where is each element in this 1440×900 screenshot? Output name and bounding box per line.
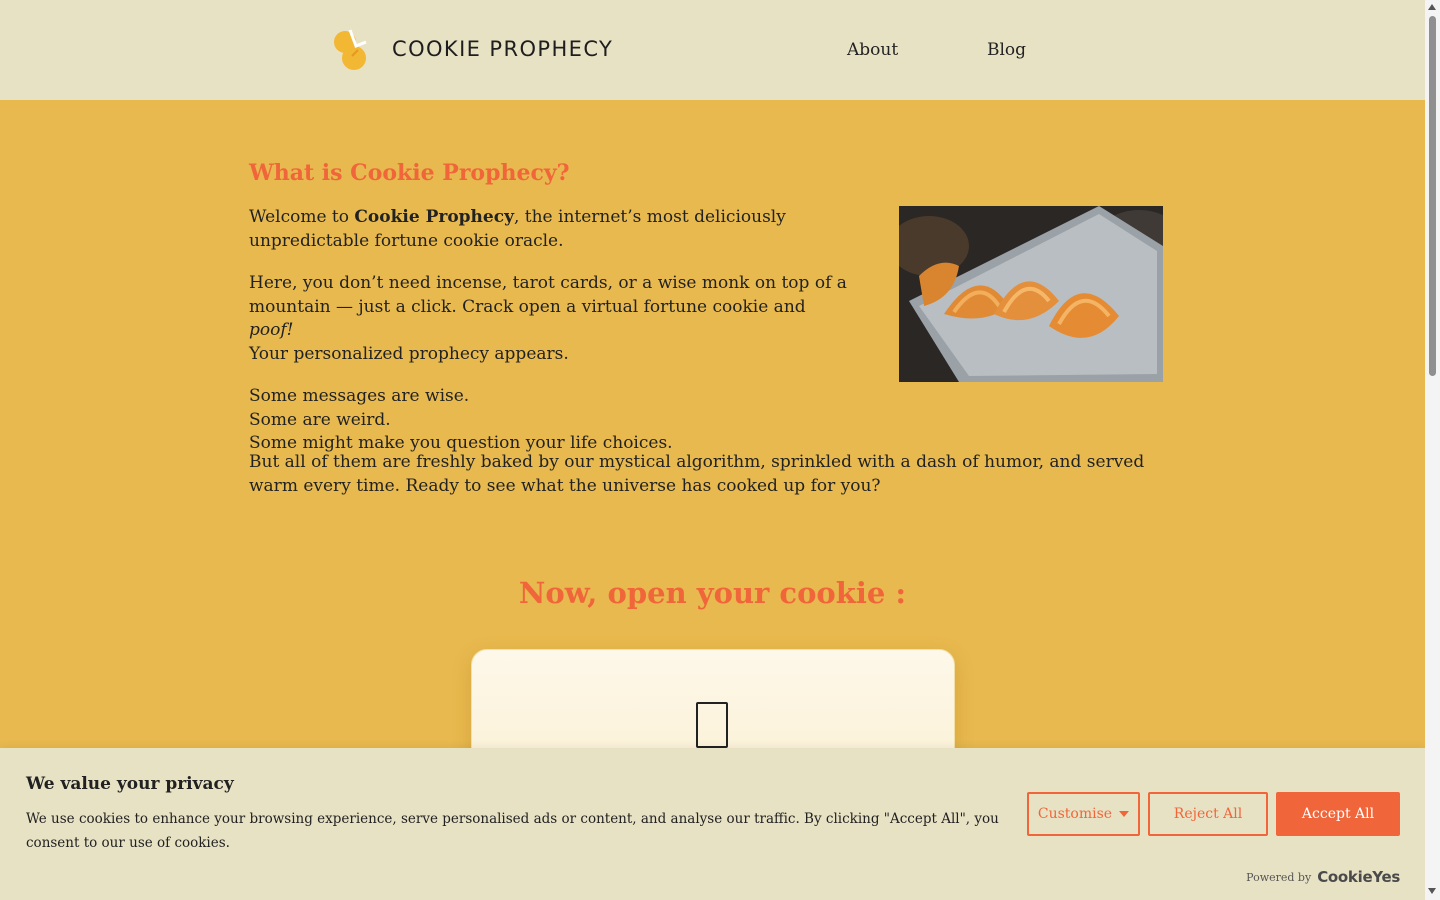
cookie-banner-description: We use cookies to enhance your browsing … <box>26 811 999 851</box>
intro-p2-italic: poof! <box>249 320 294 340</box>
site-brand[interactable]: COOKIE PROPHECY <box>392 37 613 61</box>
section-title: What is Cookie Prophecy? <box>249 160 570 186</box>
intro-p1-suffix: , the internet’s most deliciously <box>513 207 786 227</box>
fortune-cookie-icon[interactable] <box>696 702 728 748</box>
intro-paragraph-2: Here, you don’t need incense, tarot card… <box>249 272 849 366</box>
cookie-consent-banner: We value your privacy We use cookies to … <box>0 748 1425 900</box>
nav-about-link[interactable]: About <box>847 40 898 60</box>
vertical-scrollbar[interactable] <box>1425 0 1440 900</box>
open-cookie-title: Now, open your cookie : <box>518 576 907 610</box>
fortune-cookies-photo <box>899 206 1163 382</box>
fortune-cookie-logo-icon[interactable] <box>332 28 372 72</box>
intro-p1-line2: unpredictable fortune cookie oracle. <box>249 230 564 251</box>
powered-by-text: Powered by <box>1246 870 1312 884</box>
closing-paragraph: But all of them are freshly baked by our… <box>249 452 1145 496</box>
intro-p3-line1: Some messages are wise. <box>249 386 470 406</box>
caret-down-icon <box>1119 811 1130 817</box>
intro-p1-prefix: Welcome to <box>249 207 355 227</box>
cookie-banner-title: We value your privacy <box>26 774 234 794</box>
intro-paragraph-3: Some messages are wise. Some are weird. … <box>249 385 849 456</box>
scroll-down-arrow-icon[interactable] <box>1428 888 1436 894</box>
accept-all-button[interactable]: Accept All <box>1276 792 1400 836</box>
customise-label: Customise <box>1037 806 1113 822</box>
cookieyes-logo[interactable]: CookieYes <box>1317 868 1400 886</box>
scroll-thumb[interactable] <box>1429 16 1436 376</box>
intro-p2-line3: Your personalized prophecy appears. <box>249 343 569 364</box>
reject-all-button[interactable]: Reject All <box>1148 792 1268 836</box>
powered-by: Powered by CookieYes <box>1246 868 1400 886</box>
intro-p2-line2: mountain — just a click. Crack open a vi… <box>249 296 806 317</box>
intro-p1-brand: Cookie Prophecy <box>354 207 514 227</box>
site-header: COOKIE PROPHECY About Blog <box>0 0 1425 100</box>
nav-blog-link[interactable]: Blog <box>987 40 1026 60</box>
intro-paragraph-1: Welcome to Cookie Prophecy, the internet… <box>249 206 849 253</box>
intro-text: Welcome to Cookie Prophecy, the internet… <box>249 206 849 475</box>
customise-button[interactable]: Customise <box>1027 792 1140 836</box>
intro-p3-line2: Some are weird. <box>249 409 391 430</box>
scroll-up-arrow-icon[interactable] <box>1428 4 1436 10</box>
intro-p2-line1: Here, you don’t need incense, tarot card… <box>249 273 847 293</box>
